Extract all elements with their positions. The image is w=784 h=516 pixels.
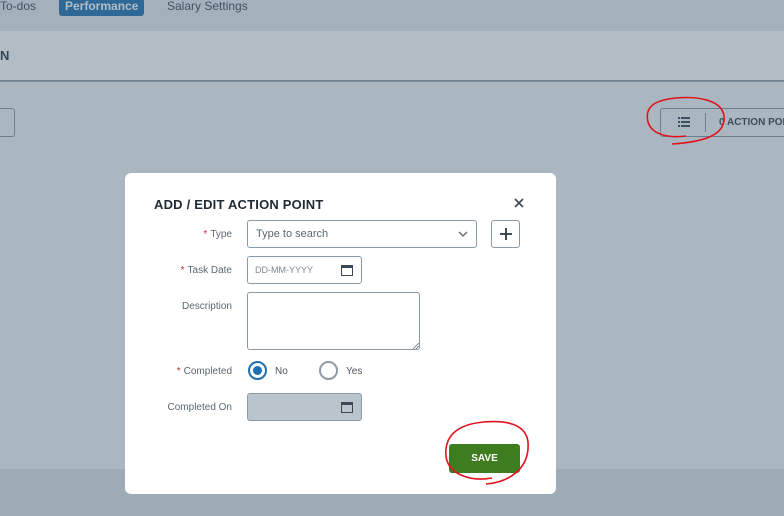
description-label: Description [181, 301, 232, 312]
type-search-placeholder: Type to search [256, 228, 329, 240]
completed-no-radio[interactable] [248, 361, 267, 380]
task-date-placeholder: DD-MM-YYYY [255, 265, 313, 275]
completed-yes-label: Yes [346, 366, 363, 377]
required-marker: * [176, 366, 181, 377]
add-type-button[interactable] [491, 220, 520, 248]
type-search-input[interactable]: Type to search [247, 220, 477, 248]
plus-icon [500, 228, 512, 240]
completed-label: * Completed [177, 366, 232, 377]
save-button[interactable]: SAVE [449, 444, 520, 473]
modal-title: ADD / EDIT ACTION POINT [154, 197, 324, 212]
add-edit-action-point-modal: ADD / EDIT ACTION POINT * Type Type to se… [125, 173, 556, 494]
type-label: * Type [203, 229, 232, 240]
completed-yes-radio[interactable] [319, 361, 338, 380]
type-label-text: Type [210, 229, 232, 240]
close-icon [514, 198, 524, 208]
required-marker: * [203, 229, 208, 240]
task-date-input[interactable]: DD-MM-YYYY [247, 256, 362, 284]
completed-label-text: Completed [183, 366, 232, 377]
task-date-label-text: Task Date [187, 265, 232, 276]
task-date-label: * Task Date [181, 265, 232, 276]
required-marker: * [180, 265, 185, 276]
completed-no-label: No [275, 366, 288, 377]
chevron-down-icon [458, 231, 468, 237]
calendar-icon[interactable] [341, 264, 353, 276]
completed-on-input [247, 393, 362, 421]
completed-on-label: Completed On [167, 402, 232, 413]
description-textarea[interactable] [247, 292, 420, 350]
calendar-icon [341, 402, 353, 413]
close-button[interactable] [511, 195, 527, 211]
